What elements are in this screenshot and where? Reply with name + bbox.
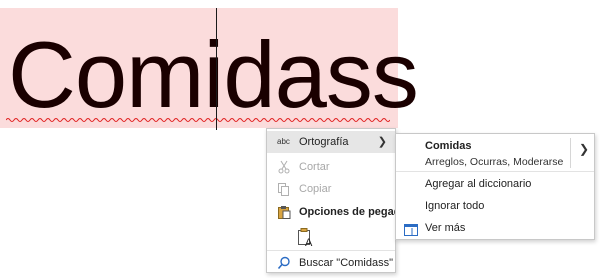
menu-item-add-to-dictionary[interactable]: Agregar al diccionario (396, 173, 594, 195)
chevron-right-icon[interactable]: ❯ (579, 142, 589, 156)
scissors-icon (277, 160, 291, 174)
search-icon (277, 256, 291, 270)
menu-item-spelling-label: Ortografía (299, 136, 349, 148)
menu-item-copy[interactable]: Copiar (267, 178, 395, 200)
menu-separator (267, 250, 395, 251)
paste-text-only-icon: A (297, 227, 315, 249)
spelling-error-squiggle (6, 118, 390, 122)
menu-item-copy-label: Copiar (299, 183, 332, 195)
svg-text:A: A (305, 237, 313, 247)
menu-item-ignore-all[interactable]: Ignorar todo (396, 195, 594, 217)
paste-option-keep-text-only[interactable]: A (267, 225, 395, 249)
misspelled-word[interactable]: Comidass (8, 28, 419, 122)
see-more-icon (404, 222, 418, 236)
context-menu: abc Ortografía ❯ Cortar Copiar Opciones … (266, 128, 411, 274)
menu-item-cut-label: Cortar (299, 161, 330, 173)
menu-item-paste-options: Opciones de pegado: (267, 201, 411, 223)
chevron-right-icon: ❯ (377, 136, 387, 148)
menu-item-cut[interactable]: Cortar (267, 156, 395, 178)
spelling-abc-icon: abc (277, 137, 290, 146)
menu-item-search-label: Buscar "Comidass" (299, 257, 394, 269)
clipboard-icon (277, 205, 291, 219)
menu-item-search[interactable]: Buscar "Comidass" (267, 252, 395, 274)
menu-item-ignore-all-label: Ignorar todo (425, 200, 485, 212)
suggestion-divider (570, 138, 571, 168)
menu-item-add-to-dictionary-label: Agregar al diccionario (425, 178, 532, 190)
suggestion-item[interactable]: Comidas Arreglos, Ocurras, Moderarse (396, 134, 570, 170)
menu-item-see-more[interactable]: Ver más (396, 217, 594, 239)
menu-item-see-more-label: Ver más (425, 222, 466, 234)
suggestion-alternatives: Arreglos, Ocurras, Moderarse (425, 156, 564, 168)
menu-item-spelling[interactable]: abc Ortografía ❯ (267, 131, 395, 153)
copy-icon (277, 182, 291, 196)
menu-separator (396, 171, 594, 172)
spelling-submenu: Comidas Arreglos, Ocurras, Moderarse ❯ A… (395, 133, 595, 240)
misspelled-word-highlight[interactable]: Comidass (0, 8, 419, 128)
suggestion-word: Comidas (425, 140, 472, 152)
text-cursor (216, 8, 217, 130)
